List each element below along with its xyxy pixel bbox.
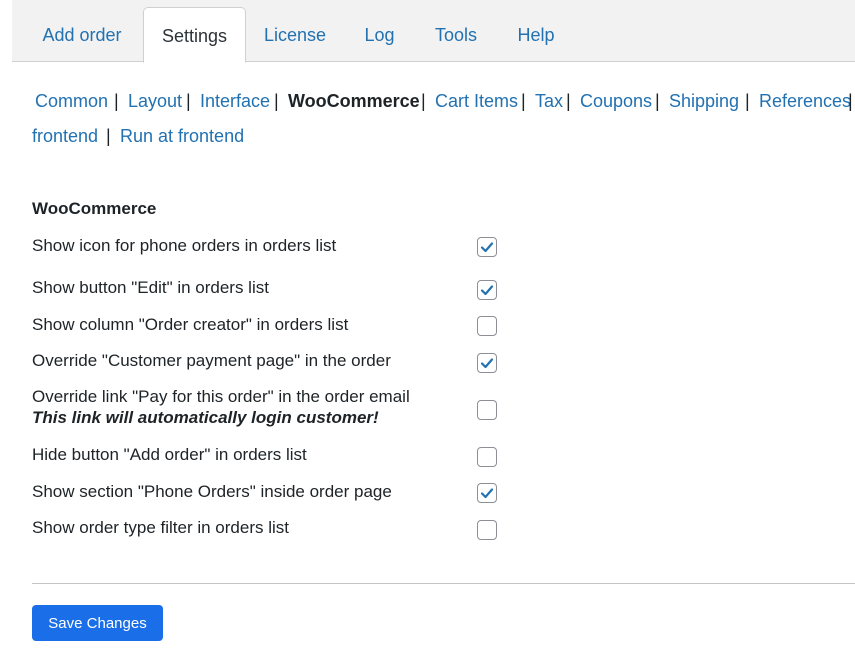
subnav-separator: | [655,91,660,111]
section-title: WooCommerce [32,199,157,218]
setting-label-hide-add-order: Hide button "Add order" in orders list [32,445,307,464]
subnav-separator: | [106,126,111,146]
setting-label-order-creator-column: Show column "Order creator" in orders li… [32,315,349,334]
subnav-common[interactable]: Common [35,91,108,112]
checkbox-edit-button[interactable] [477,280,497,300]
checkbox-order-type-filter[interactable] [477,520,497,540]
subnav-tax[interactable]: Tax [535,91,563,112]
subnav-cart-items[interactable]: Cart Items [435,91,518,112]
subnav-run-at-frontend[interactable]: Run at frontend [120,126,244,147]
subnav-separator: | [114,91,119,111]
checkmark-icon [480,358,494,369]
checkbox-phone-orders-section[interactable] [477,483,497,503]
setting-label-pay-link: Override link "Pay for this order" in th… [32,387,410,428]
tab-help[interactable]: Help [506,7,566,62]
setting-label-edit-button: Show button "Edit" in orders list [32,278,269,297]
subnav-interface[interactable]: Interface [200,91,270,112]
tab-log[interactable]: Log [352,7,407,62]
subnav-separator: | [745,91,750,111]
checkbox-order-creator-column[interactable] [477,316,497,336]
subnav-separator: | [848,91,853,111]
tab-license[interactable]: License [252,7,338,62]
checkbox-phone-icon[interactable] [477,237,497,257]
tab-add-order[interactable]: Add order [26,7,138,62]
checkmark-icon [480,285,494,296]
setting-label-phone-icon: Show icon for phone orders in orders lis… [32,236,337,255]
subnav-shipping[interactable]: Shipping [669,91,739,112]
subnav-references[interactable]: References [759,91,851,112]
checkbox-customer-payment-page[interactable] [477,353,497,373]
top-tab-bar: Add order Settings License Log Tools Hel… [12,0,855,63]
subnav-separator: | [421,91,426,111]
checkmark-icon [480,488,494,499]
checkmark-icon [480,242,494,253]
checkbox-hide-add-order[interactable] [477,447,497,467]
pay-link-label-text: Override link "Pay for this order" in th… [32,387,410,406]
tab-settings[interactable]: Settings [143,7,246,63]
subnav-frontend[interactable]: frontend [32,126,98,147]
subnav-layout[interactable]: Layout [128,91,182,112]
setting-label-order-type-filter: Show order type filter in orders list [32,518,289,537]
tab-tools[interactable]: Tools [422,7,490,62]
subnav-separator: | [566,91,571,111]
checkbox-pay-link[interactable] [477,400,497,420]
save-changes-button[interactable]: Save Changes [32,605,163,641]
setting-label-phone-orders-section: Show section "Phone Orders" inside order… [32,482,392,501]
subnav-woocommerce[interactable]: WooCommerce [288,91,420,112]
auto-login-note: This link will automatically login custo… [32,408,379,427]
subnav-separator: | [274,91,279,111]
subnav-separator: | [186,91,191,111]
subnav-separator: | [521,91,526,111]
subnav-coupons[interactable]: Coupons [580,91,652,112]
divider [32,583,855,584]
setting-label-customer-payment-page: Override "Customer payment page" in the … [32,351,391,370]
